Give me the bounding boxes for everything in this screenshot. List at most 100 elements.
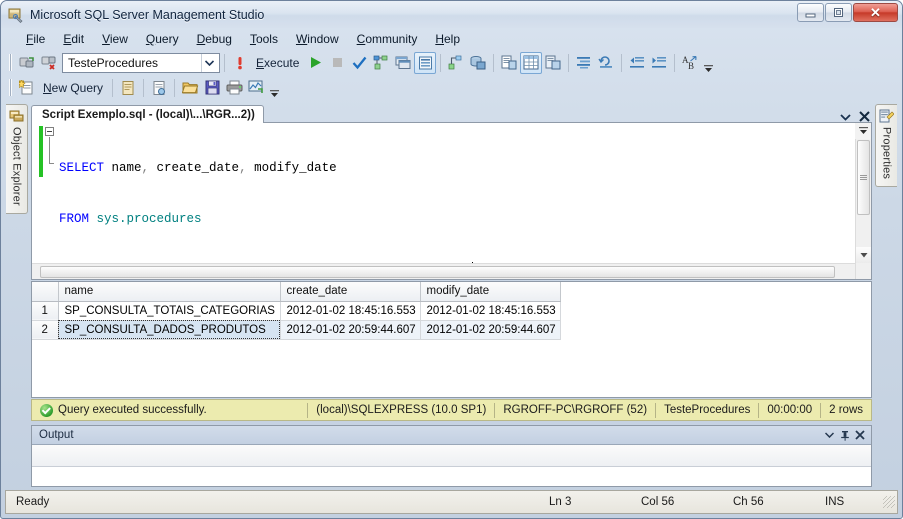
results-to-file-icon[interactable] bbox=[542, 52, 564, 74]
scrollbar-thumb[interactable] bbox=[857, 140, 870, 215]
menu-file[interactable]: File bbox=[17, 29, 54, 49]
menu-query[interactable]: Query bbox=[137, 29, 188, 49]
minimize-button[interactable] bbox=[797, 3, 824, 22]
chevron-down-icon[interactable] bbox=[201, 53, 217, 72]
uncomment-lines-icon[interactable] bbox=[595, 52, 617, 74]
cell-create-date[interactable]: 2012-01-02 20:59:44.607 bbox=[280, 320, 421, 340]
results-to-text-icon[interactable] bbox=[498, 52, 520, 74]
scrollbar-grip bbox=[860, 174, 867, 181]
menu-window[interactable]: Window bbox=[287, 29, 348, 49]
display-estimated-execution-plan-icon[interactable] bbox=[370, 52, 392, 74]
menu-help[interactable]: Help bbox=[426, 29, 469, 49]
parse-checkmark-icon[interactable] bbox=[348, 52, 370, 74]
output-panel-toolbar[interactable] bbox=[32, 445, 871, 467]
column-header-modify-date[interactable]: modify_date bbox=[420, 282, 561, 302]
activity-monitor-icon[interactable] bbox=[245, 77, 267, 99]
table-row[interactable]: 2 SP_CONSULTA_DADOS_PRODUTOS 2012-01-02 … bbox=[32, 320, 561, 340]
include-client-statistics-icon[interactable] bbox=[445, 52, 467, 74]
editor-text-content[interactable]: SELECT name, create_date, modify_date FR… bbox=[57, 123, 855, 279]
results-table: name create_date modify_date 1 SP_CONSUL… bbox=[32, 282, 561, 340]
tab-title: Script Exemplo.sql - (local)\...\RGR...2… bbox=[42, 108, 255, 121]
status-col: Col 56 bbox=[641, 496, 675, 508]
toolbar-separator bbox=[493, 53, 495, 72]
disconnect-object-explorer-icon[interactable] bbox=[38, 52, 60, 74]
include-actual-execution-plan-icon[interactable] bbox=[414, 51, 437, 74]
status-insert-mode: INS bbox=[825, 496, 845, 508]
new-query-button[interactable]: New Query bbox=[38, 81, 108, 95]
close-icon[interactable] bbox=[852, 428, 867, 443]
sql-code-editor[interactable]: SELECT name, create_date, modify_date FR… bbox=[31, 123, 872, 280]
cell-modify-date[interactable]: 2012-01-02 20:59:44.607 bbox=[420, 320, 561, 340]
window-title: Microsoft SQL Server Management Studio bbox=[30, 7, 265, 22]
chevron-down-icon[interactable] bbox=[822, 428, 837, 443]
query-options-icon[interactable] bbox=[392, 52, 414, 74]
toolbar-overflow-icon[interactable] bbox=[703, 52, 714, 74]
menu-debug[interactable]: Debug bbox=[188, 29, 241, 49]
toolbar-separator bbox=[224, 53, 225, 72]
menu-edit[interactable]: Edit bbox=[54, 29, 93, 49]
tab-script-exemplo[interactable]: Script Exemplo.sql - (local)\...\RGR...2… bbox=[31, 105, 264, 123]
resize-grip[interactable] bbox=[883, 496, 895, 508]
output-panel-content[interactable] bbox=[32, 467, 871, 486]
cell-modify-date[interactable]: 2012-01-02 18:45:16.553 bbox=[420, 301, 561, 321]
sidebar-item-properties[interactable]: Properties bbox=[875, 104, 897, 188]
save-icon[interactable] bbox=[201, 77, 223, 99]
print-icon[interactable] bbox=[223, 77, 245, 99]
close-icon[interactable] bbox=[859, 111, 870, 122]
code-line-1: SELECT name, create_date, modify_date bbox=[59, 161, 337, 175]
results-grid[interactable]: name create_date modify_date 1 SP_CONSUL… bbox=[31, 281, 872, 398]
debug-exclamation-icon[interactable] bbox=[229, 52, 251, 74]
toolbar-grip[interactable] bbox=[9, 79, 12, 96]
menu-tools[interactable]: Tools bbox=[241, 29, 287, 49]
status-state: Ready bbox=[16, 496, 50, 508]
outline-end bbox=[49, 163, 54, 164]
toolbar-separator bbox=[143, 78, 145, 97]
table-row[interactable]: 1 SP_CONSULTA_TOTAIS_CATEGORIAS 2012-01-… bbox=[32, 301, 561, 321]
cell-name[interactable]: SP_CONSULTA_TOTAIS_CATEGORIAS bbox=[58, 301, 281, 321]
row-header-corner[interactable] bbox=[32, 282, 59, 302]
open-file-icon[interactable] bbox=[179, 77, 201, 99]
editor-horizontal-scrollbar[interactable] bbox=[32, 263, 855, 279]
database-combo[interactable]: TesteProcedures bbox=[62, 52, 220, 73]
analysis-services-query-icon[interactable] bbox=[148, 77, 170, 99]
database-engine-query-icon[interactable] bbox=[117, 77, 139, 99]
chevron-down-icon[interactable] bbox=[840, 113, 851, 121]
increase-indent-icon[interactable] bbox=[648, 52, 670, 74]
play-green-triangle-icon[interactable] bbox=[304, 52, 326, 74]
menu-community[interactable]: Community bbox=[348, 29, 427, 49]
editor-vertical-scrollbar[interactable] bbox=[855, 123, 871, 279]
connect-object-explorer-icon[interactable] bbox=[16, 52, 38, 74]
specify-values-for-template-parameters-icon[interactable]: A B bbox=[679, 52, 701, 74]
cell-name[interactable]: SP_CONSULTA_DADOS_PRODUTOS bbox=[58, 320, 281, 340]
comment-lines-icon[interactable] bbox=[573, 52, 595, 74]
editor-outlining-margin[interactable] bbox=[44, 123, 57, 279]
scrollbar-thumb[interactable] bbox=[40, 265, 835, 278]
row-number[interactable]: 2 bbox=[32, 320, 59, 340]
query-status-user: RGROFF-PC\RGROFF (52) bbox=[503, 404, 648, 416]
results-to-grid-icon[interactable] bbox=[520, 51, 543, 74]
collapse-region-icon[interactable] bbox=[45, 127, 54, 136]
sidebar-item-object-explorer[interactable]: Object Explorer bbox=[6, 104, 28, 214]
column-header-create-date[interactable]: create_date bbox=[280, 282, 421, 302]
tab-strip-filler bbox=[263, 105, 872, 123]
toolbar-overflow-icon[interactable] bbox=[269, 77, 280, 99]
properties-label: Properties bbox=[880, 127, 893, 180]
split-editor-icon[interactable] bbox=[855, 123, 871, 139]
query-status-rowcount: 2 rows bbox=[829, 404, 863, 416]
maximize-button[interactable] bbox=[825, 3, 852, 22]
results-to-database-icon[interactable] bbox=[467, 52, 489, 74]
cell-create-date[interactable]: 2012-01-02 18:45:16.553 bbox=[280, 301, 421, 321]
status-bar: Ready Ln 3 Col 56 Ch 56 INS bbox=[5, 490, 898, 514]
toolbar-grip[interactable] bbox=[9, 54, 12, 71]
new-query-icon[interactable] bbox=[16, 77, 38, 99]
close-button[interactable]: ✕ bbox=[853, 3, 898, 22]
scroll-down-arrow-icon[interactable] bbox=[855, 247, 871, 263]
pin-icon[interactable] bbox=[837, 428, 852, 443]
minimize-icon bbox=[804, 7, 817, 18]
database-combo-value: TesteProcedures bbox=[68, 55, 159, 70]
menu-view[interactable]: View bbox=[93, 29, 137, 49]
execute-button[interactable]: Execute bbox=[251, 56, 304, 70]
column-header-name[interactable]: name bbox=[58, 282, 281, 302]
row-number[interactable]: 1 bbox=[32, 301, 59, 321]
decrease-indent-icon[interactable] bbox=[626, 52, 648, 74]
